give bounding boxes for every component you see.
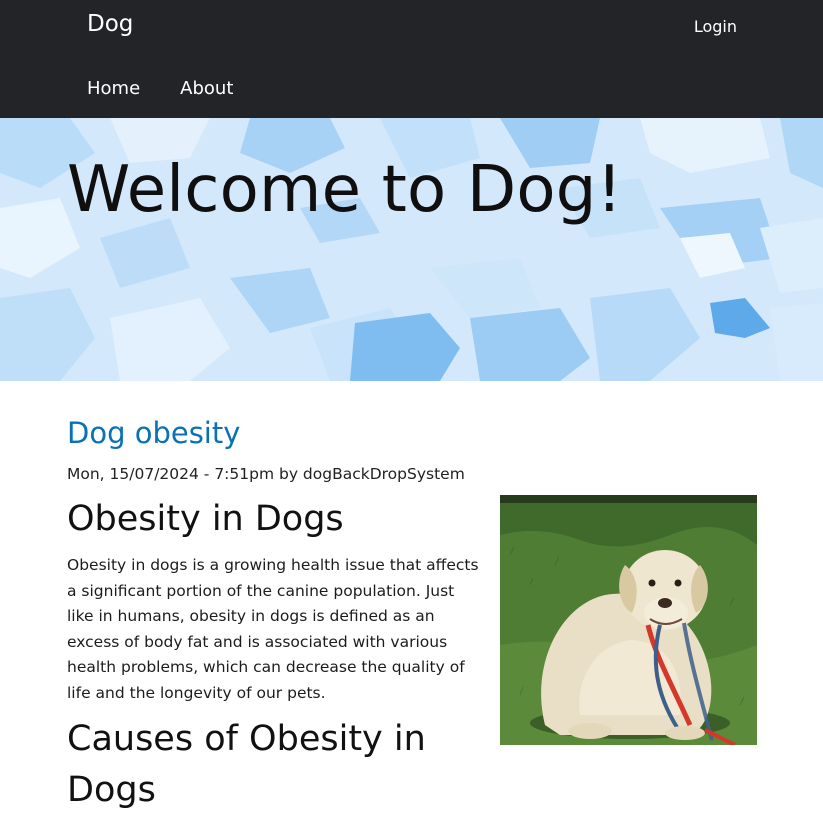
login-link[interactable]: Login bbox=[694, 16, 737, 38]
article-title: Dog obesity bbox=[67, 413, 240, 453]
section-heading-causes: Causes of Obesity in Dogs bbox=[67, 719, 426, 810]
article-title-link[interactable]: Dog obesity bbox=[67, 416, 240, 450]
section-heading-obesity: Obesity in Dogs bbox=[67, 499, 344, 539]
nav-item-home[interactable]: Home bbox=[87, 78, 140, 100]
site-header: Dog Login Home About bbox=[0, 0, 823, 118]
hero-title: Welcome to Dog! bbox=[67, 153, 623, 227]
article-meta: Mon, 15/07/2024 - 7:51pm by dogBackDropS… bbox=[67, 465, 465, 483]
nav-item-about[interactable]: About bbox=[180, 78, 233, 100]
dog-photo bbox=[500, 495, 757, 745]
article-image bbox=[500, 495, 757, 745]
article-paragraph: Obesity in dogs is a growing health issu… bbox=[67, 556, 479, 702]
main-navigation: Home About bbox=[87, 78, 233, 100]
hero-banner: Welcome to Dog! bbox=[0, 118, 823, 381]
site-name-link[interactable]: Dog bbox=[87, 9, 133, 39]
